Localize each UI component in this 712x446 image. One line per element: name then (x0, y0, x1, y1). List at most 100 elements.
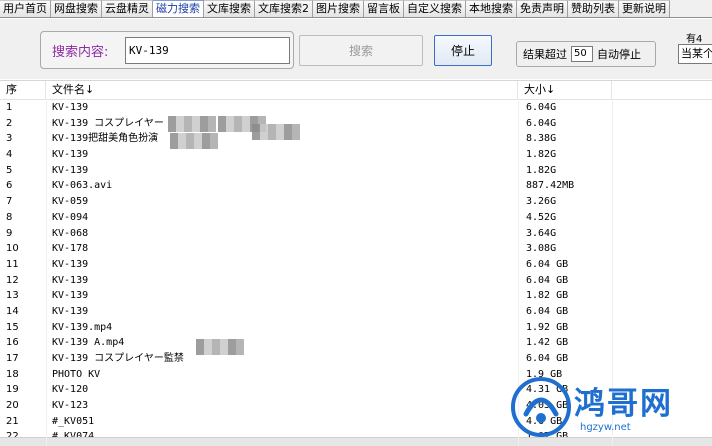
mosaic-cell (234, 116, 242, 124)
mosaic-cell (184, 116, 192, 124)
row-filename: KV-094 (52, 211, 89, 223)
result-row[interactable]: 5 KV-139 1.82G (0, 163, 712, 179)
result-row[interactable]: 7 KV-059 3.26G (0, 194, 712, 210)
row-filename: KV-059 (52, 196, 89, 208)
tab-4[interactable]: 文库搜索 (204, 0, 255, 17)
censor-mosaic (170, 133, 218, 149)
row-index: 8 (6, 211, 13, 223)
mosaic-cell (192, 124, 200, 132)
search-label: 搜索内容: (52, 45, 109, 60)
column-header-index[interactable]: 序 (0, 81, 46, 100)
row-size: 1.82G (526, 164, 557, 176)
mosaic-cell (196, 347, 204, 355)
row-index: 16 (6, 337, 19, 349)
mosaic-cell (176, 116, 184, 124)
mosaic-cell (292, 132, 300, 140)
column-header-filename[interactable]: 文件名↓ (46, 81, 518, 100)
tab-11[interactable]: 赞助列表 (568, 0, 619, 17)
column-separator (46, 101, 47, 446)
row-size: 3.26G (526, 196, 557, 208)
result-row[interactable]: 15 KV-139.mp4 1.92 GB (0, 320, 712, 336)
mosaic-cell (268, 132, 276, 140)
tab-9[interactable]: 本地搜索 (466, 0, 517, 17)
result-row[interactable]: 4 KV-139 1.82G (0, 147, 712, 163)
row-size: 3.08G (526, 243, 557, 255)
row-filename: KV-123 (52, 400, 89, 412)
limit-input[interactable]: 50 (571, 46, 593, 62)
mosaic-cell (202, 133, 210, 141)
mosaic-cell (170, 141, 178, 149)
row-size: 6.04G (526, 102, 557, 113)
row-index: 4 (6, 149, 13, 161)
mosaic-cell (220, 339, 228, 347)
result-row[interactable]: 3 KV-139把甜美角色扮演 8.38G (0, 131, 712, 147)
result-row[interactable]: 12 KV-139 6.04 GB (0, 273, 712, 289)
row-size: 1.82 GB (526, 290, 569, 302)
mosaic-cell (252, 124, 260, 132)
tab-3[interactable]: 磁力搜索 (153, 0, 204, 17)
mosaic-cell (168, 124, 176, 132)
row-index: 17 (6, 353, 19, 364)
mosaic-cell (234, 124, 242, 132)
result-row[interactable]: 13 KV-139 1.82 GB (0, 288, 712, 304)
row-index: 21 (6, 415, 19, 427)
mosaic-cell (250, 116, 258, 124)
row-index: 10 (6, 243, 19, 255)
mosaic-cell (226, 116, 234, 124)
mosaic-cell (220, 347, 228, 355)
column-header-size[interactable]: 大小↓ (518, 81, 612, 100)
mosaic-cell (212, 339, 220, 347)
row-size: 3.64G (526, 227, 557, 239)
result-row[interactable]: 10 KV-178 3.08G (0, 241, 712, 257)
mosaic-cell (252, 132, 260, 140)
result-row[interactable]: 16 KV-139 A.mp4 1.42 GB (0, 335, 712, 351)
result-row[interactable]: 6 KV-063.avi 887.42MB (0, 178, 712, 194)
mosaic-cell (200, 116, 208, 124)
row-index: 2 (6, 117, 13, 129)
row-index: 3 (6, 133, 13, 145)
mosaic-cell (204, 339, 212, 347)
mosaic-cell (268, 124, 276, 132)
row-filename: KV-139 A.mp4 (52, 337, 125, 349)
tab-7[interactable]: 留言板 (364, 0, 404, 17)
search-button[interactable]: 搜索 (299, 35, 423, 66)
row-index: 6 (6, 180, 13, 192)
tab-10[interactable]: 免责声明 (517, 0, 568, 17)
row-filename: PHOTO KV (52, 368, 101, 380)
result-row[interactable]: 8 KV-094 4.52G (0, 210, 712, 226)
search-input[interactable]: KV-139 (125, 37, 290, 64)
row-size: 1.42 GB (526, 337, 569, 349)
tab-0[interactable]: 用户首页 (0, 0, 51, 17)
row-index: 13 (6, 290, 19, 302)
mosaic-cell (242, 124, 250, 132)
mosaic-cell (186, 141, 194, 149)
result-row[interactable]: 14 KV-139 6.04 GB (0, 304, 712, 320)
auto-stop-group: 结果超过 50 自动停止 (516, 41, 656, 67)
mosaic-cell (170, 133, 178, 141)
filter-select[interactable]: 当某个 (678, 44, 712, 64)
row-index: 15 (6, 321, 19, 333)
stop-button[interactable]: 停止 (434, 35, 492, 66)
tab-12[interactable]: 更新说明 (619, 0, 670, 17)
mosaic-cell (242, 116, 250, 124)
mosaic-cell (210, 133, 218, 141)
result-row[interactable]: 11 KV-139 6.04 GB (0, 257, 712, 273)
tab-5[interactable]: 文库搜索2 (255, 0, 313, 17)
tab-6[interactable]: 图片搜索 (313, 0, 364, 17)
mosaic-cell (178, 141, 186, 149)
result-row[interactable]: 1 KV-139 6.04G (0, 100, 712, 116)
result-row[interactable]: 2 KV-139 コスプレイヤー 6.04G (0, 116, 712, 132)
tab-bar: 用户首页 网盘搜索 云盘精灵 磁力搜索 文库搜索 文库搜索2 图片搜索 留言板 自定义搜索 本地搜… (0, 0, 712, 18)
mosaic-cell (204, 347, 212, 355)
filter-label: 有4 (686, 34, 703, 45)
tab-1[interactable]: 网盘搜索 (51, 0, 102, 17)
row-filename: KV-139 (52, 102, 89, 113)
mosaic-cell (178, 133, 186, 141)
result-row[interactable]: 9 KV-068 3.64G (0, 226, 712, 242)
tab-2[interactable]: 云盘精灵 (102, 0, 153, 17)
mosaic-cell (210, 141, 218, 149)
row-filename: KV-139 (52, 149, 89, 161)
mosaic-cell (276, 132, 284, 140)
tab-8[interactable]: 自定义搜索 (404, 0, 466, 17)
mosaic-cell (208, 124, 216, 132)
